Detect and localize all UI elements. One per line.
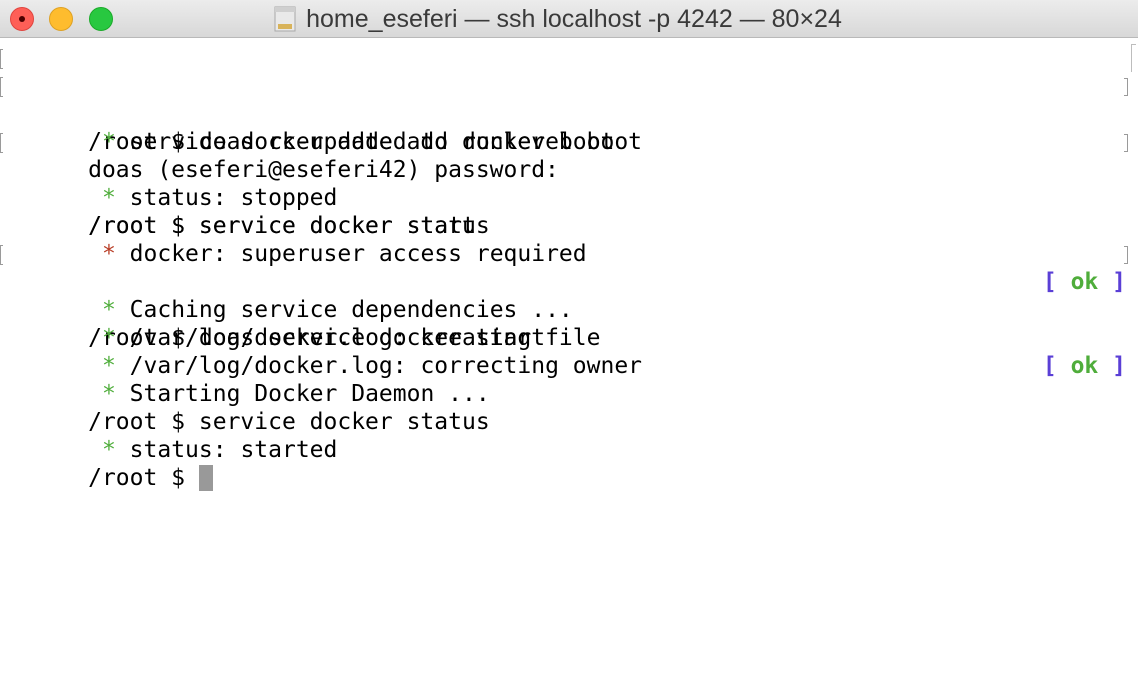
terminal-line-14: * status: started xyxy=(0,408,1138,463)
terminal-line-3: * service docker added to runlevel boot xyxy=(0,100,1138,155)
selection-marker xyxy=(0,77,3,97)
close-button[interactable] xyxy=(10,7,34,31)
terminal-line-2: doas (eseferi@eseferi42) password: xyxy=(0,72,1138,183)
terminal-window: home_eseferi — ssh localhost -p 4242 — 8… xyxy=(0,0,1138,692)
terminal-line-1: /root $ doas rc-update add docker boot xyxy=(0,44,1138,155)
ok-word: ok xyxy=(1070,353,1099,379)
text-cursor xyxy=(198,465,213,491)
terminal-line-8: /root $ doas service docker start xyxy=(0,240,1138,351)
terminal-line-13: /root $ service docker status xyxy=(0,380,1138,435)
scrollbar-edge[interactable] xyxy=(1131,44,1136,72)
document-icon xyxy=(274,6,296,32)
minimize-button[interactable] xyxy=(49,7,73,31)
close-icon xyxy=(19,16,25,22)
terminal-line-11: * /var/log/docker.log: correcting owner xyxy=(0,324,1138,379)
selection-marker-right xyxy=(1124,246,1128,264)
ok-word: ok xyxy=(1070,269,1099,295)
window-title: home_eseferi — ssh localhost -p 4242 — 8… xyxy=(306,4,842,33)
selection-marker xyxy=(0,49,3,69)
ok-open-bracket: [ xyxy=(1042,353,1057,379)
terminal-line-10: * /var/log/docker.log: creating file xyxy=(0,296,1138,351)
terminal-line-9: * Caching service dependencies ... [ ok … xyxy=(0,268,1138,323)
ok-status-badge: [ ok ] xyxy=(1043,352,1126,380)
terminal-line-12: * Starting Docker Daemon ... [ ok ] xyxy=(0,352,1138,407)
ok-close-bracket: ] xyxy=(1112,353,1126,379)
zoom-button[interactable] xyxy=(89,7,113,31)
title-group: home_eseferi — ssh localhost -p 4242 — 8… xyxy=(0,0,1138,38)
terminal-content[interactable]: /root $ doas rc-update add docker boot d… xyxy=(0,44,1138,692)
ok-status-badge: [ ok ] xyxy=(1043,268,1126,296)
ok-open-bracket: [ xyxy=(1042,269,1057,295)
terminal-line-6: /root $ service docker start xyxy=(0,184,1138,239)
prompt: /root $ xyxy=(88,465,199,491)
terminal-line-15[interactable]: /root $ xyxy=(0,436,1138,491)
selection-marker xyxy=(0,245,3,265)
selection-marker-right xyxy=(1124,134,1128,152)
terminal-line-5: * status: stopped xyxy=(0,156,1138,211)
title-bar[interactable]: home_eseferi — ssh localhost -p 4242 — 8… xyxy=(0,0,1138,38)
terminal-line-4: /root $ service docker status xyxy=(0,128,1138,239)
selection-marker xyxy=(0,133,3,153)
selection-marker-right xyxy=(1124,78,1128,96)
ok-close-bracket: ] xyxy=(1112,269,1126,295)
terminal-line-7: * docker: superuser access required xyxy=(0,212,1138,267)
